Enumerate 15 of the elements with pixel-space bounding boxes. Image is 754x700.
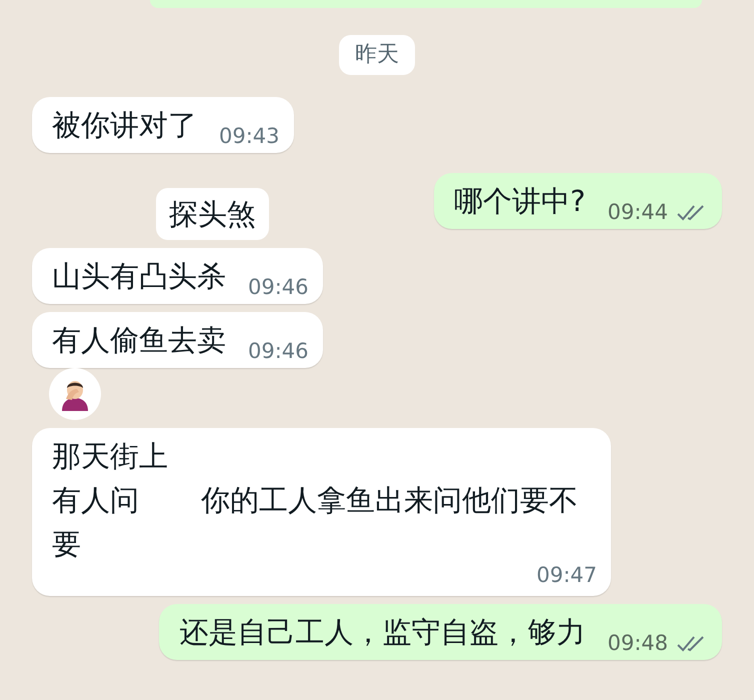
message-time: 09:48 — [607, 630, 668, 657]
message-text: 探头煞 — [169, 196, 256, 233]
message-time: 09:46 — [248, 338, 309, 365]
date-divider: 昨天 — [339, 35, 415, 75]
message-text: 有人偷鱼去卖 — [52, 322, 226, 359]
message-text: 山头有凸头杀 — [52, 258, 226, 295]
message-text: 还是自己工人，监守自盗，够力 — [179, 614, 586, 651]
message-time: 09:44 — [607, 199, 668, 226]
message-time: 09:47 — [536, 562, 597, 589]
message-text: 那天街上 — [52, 438, 169, 475]
message-time: 09:46 — [248, 274, 309, 301]
message-text: 哪个讲中? — [454, 183, 586, 220]
message-text: 被你讲对了 — [52, 107, 197, 144]
message-time: 09:43 — [219, 123, 280, 150]
message-text: 有人问 你的工人拿鱼出来问他们要不要 — [52, 482, 579, 563]
